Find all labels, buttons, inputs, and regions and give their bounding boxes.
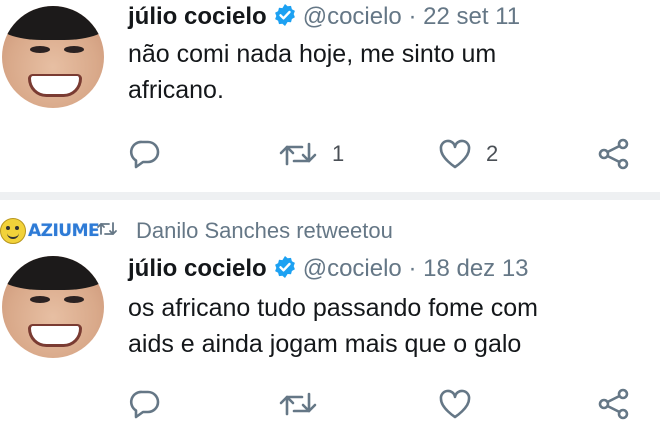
verified-badge-icon: [273, 3, 297, 35]
dot-separator: ·: [401, 3, 424, 30]
reply-button[interactable]: [128, 136, 162, 172]
tweet-header: júlio cocielo @cocielo · 18 dez 13: [128, 254, 529, 287]
retweet-context: AZIUME Danilo Sanches retweetou: [0, 214, 393, 248]
tweet-text: os africano tudo passando fome com aids …: [128, 294, 538, 358]
reply-button[interactable]: [128, 386, 162, 422]
like-icon: [438, 138, 472, 170]
share-button[interactable]: [596, 386, 632, 422]
tweet-actions: [128, 386, 648, 422]
tweet-2[interactable]: AZIUME Danilo Sanches retweetou júlio co…: [0, 200, 660, 420]
tweet-header: júlio cocielo @cocielo · 22 set 11: [128, 2, 520, 35]
avatar[interactable]: [2, 256, 104, 358]
retweet-icon: [278, 138, 318, 170]
share-icon: [596, 387, 632, 421]
verified-badge-icon: [273, 255, 297, 287]
reply-icon: [128, 137, 162, 171]
like-button[interactable]: 2: [438, 136, 498, 172]
watermark-logo: AZIUME: [0, 216, 110, 246]
tweet-date[interactable]: 18 dez 13: [423, 255, 528, 282]
smiley-logo-icon: [0, 218, 26, 244]
retweet-count: 1: [332, 141, 345, 166]
author-name[interactable]: júlio cocielo: [128, 255, 267, 282]
retweet-button[interactable]: 1: [278, 136, 344, 172]
retweet-small-icon: [96, 220, 118, 243]
avatar[interactable]: [2, 6, 104, 108]
tweet-divider: [0, 192, 660, 200]
author-handle[interactable]: @cocielo: [303, 3, 402, 30]
retweet-button[interactable]: [278, 386, 318, 422]
watermark-brand: AZIUME: [28, 221, 100, 241]
like-icon: [438, 388, 472, 420]
retweeted-by-label[interactable]: Danilo Sanches retweetou: [136, 218, 393, 244]
tweet-1[interactable]: júlio cocielo @cocielo · 22 set 11 não co…: [0, 0, 660, 192]
dot-separator: ·: [401, 255, 424, 282]
share-button[interactable]: [596, 136, 632, 172]
tweet-date[interactable]: 22 set 11: [423, 3, 520, 30]
author-handle[interactable]: @cocielo: [303, 255, 402, 282]
tweet-actions: 1 2: [128, 136, 648, 172]
like-count: 2: [486, 141, 499, 166]
share-icon: [596, 137, 632, 171]
like-button[interactable]: [438, 386, 472, 422]
retweet-icon: [278, 388, 318, 420]
author-name[interactable]: júlio cocielo: [128, 3, 267, 30]
reply-icon: [128, 387, 162, 421]
tweet-text: não comi nada hoje, me sinto um africano…: [128, 40, 497, 104]
